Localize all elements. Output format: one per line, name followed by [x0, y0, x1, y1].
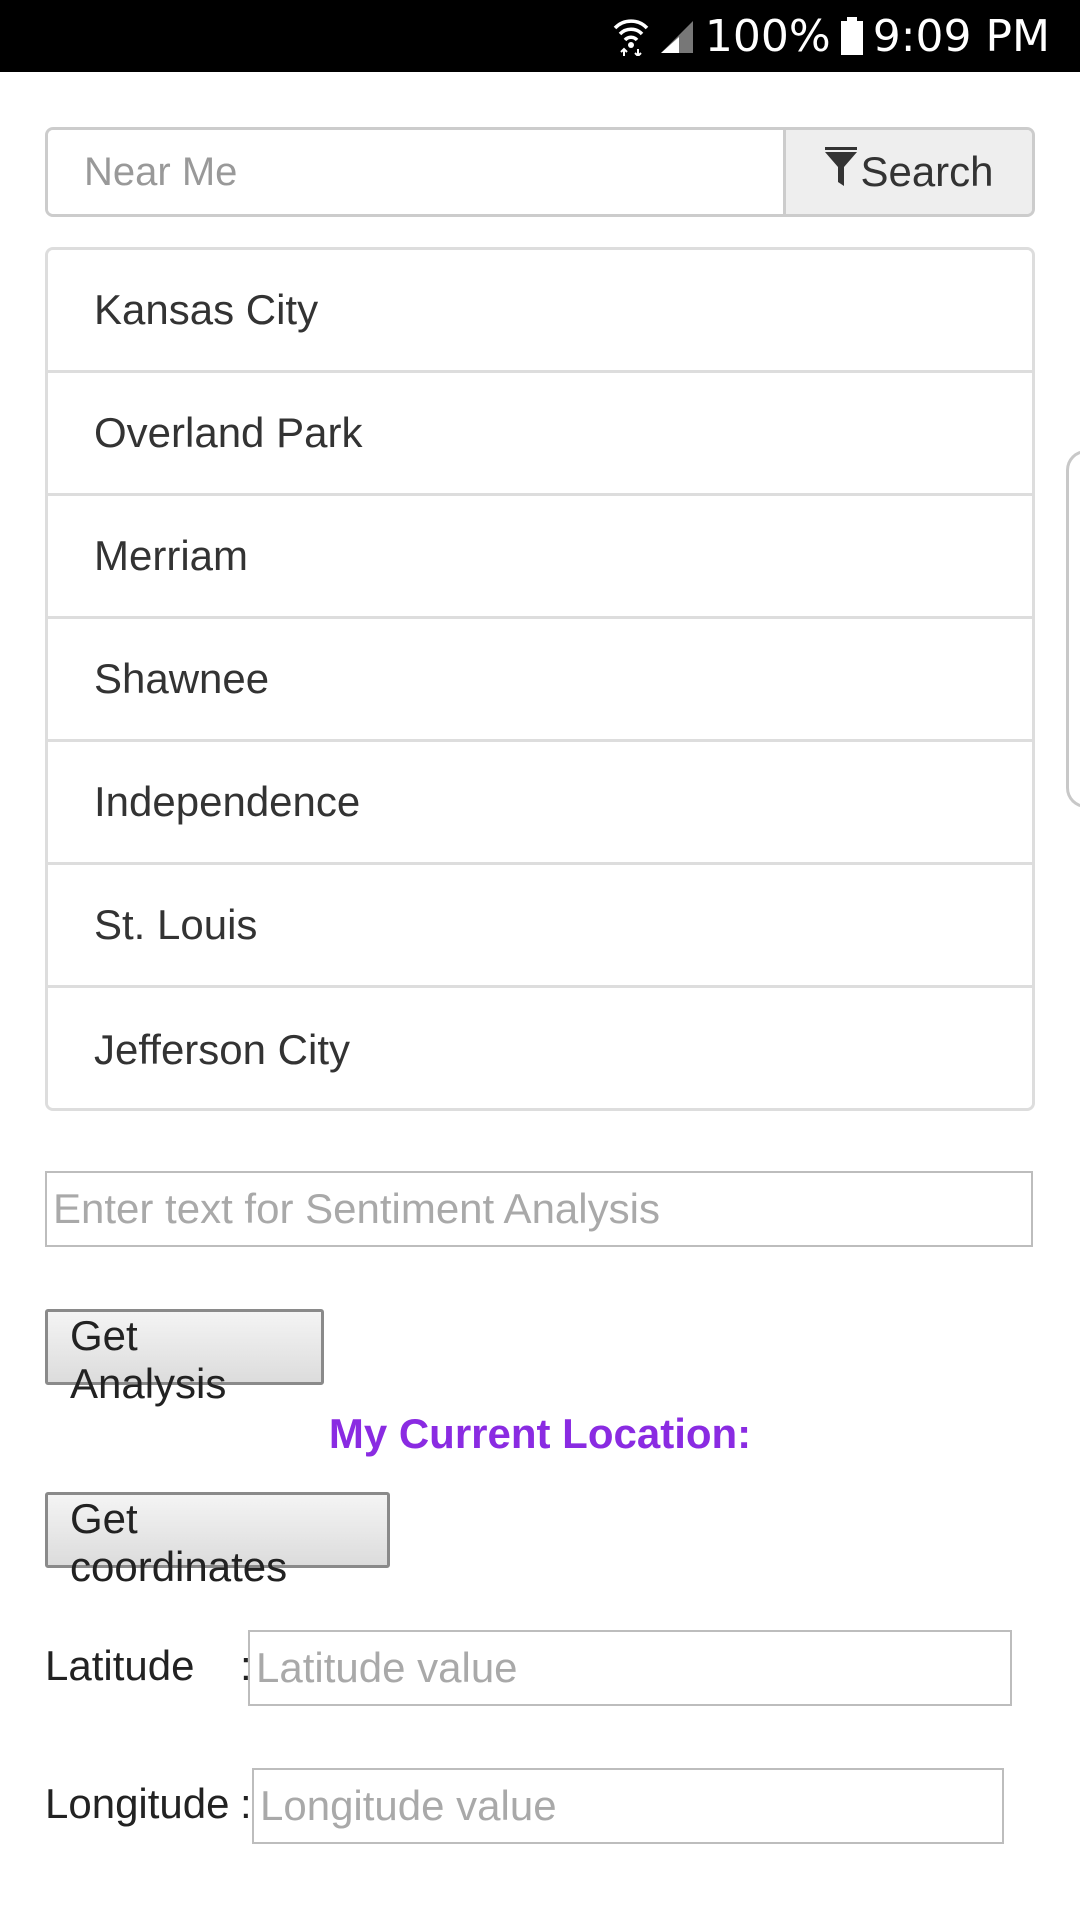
latitude-label: Latitude: [45, 1642, 195, 1689]
search-button[interactable]: Search: [783, 130, 1032, 214]
city-list: Kansas City Overland Park Merriam Shawne…: [45, 247, 1035, 1111]
city-item-merriam[interactable]: Merriam: [48, 496, 1032, 619]
longitude-input[interactable]: [252, 1768, 1004, 1844]
get-analysis-button[interactable]: Get Analysis: [45, 1309, 324, 1407]
longitude-label: Longitude: [45, 1780, 230, 1827]
location-heading: My Current Location:: [328, 1410, 752, 1457]
search-input[interactable]: [48, 130, 783, 214]
city-item-independence[interactable]: Independence: [48, 742, 1032, 865]
battery-icon: [840, 17, 863, 55]
city-label: Shawnee: [94, 655, 270, 702]
city-item-st-louis[interactable]: St. Louis: [48, 865, 1032, 988]
latitude-input[interactable]: [248, 1630, 1012, 1706]
city-label: Jefferson City: [94, 1025, 350, 1073]
status-indicators: 100% 9:09 PM: [613, 0, 1050, 72]
city-label: Kansas City: [94, 286, 319, 333]
city-item-kansas-city[interactable]: Kansas City: [48, 250, 1032, 373]
city-label: Merriam: [94, 532, 248, 579]
signal-icon: [659, 17, 695, 55]
status-bar: 100% 9:09 PM: [0, 0, 1080, 72]
city-label: Overland Park: [94, 409, 363, 456]
city-label: St. Louis: [94, 901, 258, 948]
edge-panel-handle[interactable]: [1066, 450, 1080, 808]
get-coordinates-button[interactable]: Get coordinates: [45, 1492, 390, 1590]
city-item-shawnee[interactable]: Shawnee: [48, 619, 1032, 742]
longitude-separator: :: [240, 1780, 252, 1827]
filter-icon: [824, 146, 858, 198]
city-item-overland-park[interactable]: Overland Park: [48, 373, 1032, 496]
search-button-label: Search: [860, 148, 994, 195]
clock: 9:09 PM: [872, 10, 1050, 62]
city-item-jefferson-city[interactable]: Jefferson City: [48, 988, 1032, 1108]
city-label: Independence: [94, 778, 361, 825]
sentiment-input[interactable]: [45, 1171, 1033, 1247]
wifi-icon: [613, 16, 649, 56]
search-group: Search: [45, 127, 1035, 217]
battery-percent: 100%: [704, 10, 831, 62]
